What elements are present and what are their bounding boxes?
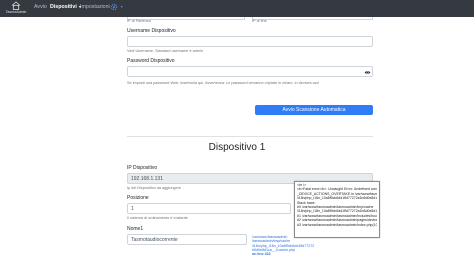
nav-item-avvio[interactable]: Avvio — [34, 4, 47, 10]
divider — [127, 136, 373, 137]
nav-item-dispositivi-label: Dispositivi — [50, 4, 77, 10]
error-line: /i18n/php_i18n_10a8f9cb6dd1ffd77272a1b6d… — [297, 196, 377, 201]
position-help: Il sistema di ordinamento è costante — [127, 216, 188, 220]
position-input[interactable]: 1 — [127, 203, 291, 214]
password-input[interactable] — [127, 66, 363, 77]
navbar: TasmoAdmin Avvio Dispositivi ▼ Impostazi… — [0, 0, 474, 17]
password-help: Se imposti una password Web, inseriscila… — [127, 81, 320, 85]
start-ip-help: IP di Partenza — [127, 19, 151, 23]
username-help: Vedi Username, Standard username è admin — [127, 49, 203, 53]
name-input[interactable]: Tasmotaudiocorrente — [127, 234, 247, 245]
nav-item-impostazioni[interactable]: Impostazioni — [80, 4, 110, 10]
end-ip-input[interactable] — [252, 17, 373, 20]
inline-error-line: on line 422 — [252, 252, 271, 257]
error-line: #3 /var/www/tasmoadmin/tasmoadmin/index.… — [297, 222, 377, 227]
nav-item-impostazioni-label: Impostazioni — [80, 4, 110, 10]
end-ip-help: IP di fine — [252, 19, 267, 23]
password-label: Password Dispositivo — [127, 58, 175, 64]
error-line: #2 /var/www/tasmoadmin/tasmoadmin/pages/… — [297, 218, 377, 223]
device-ip-help: Ip del Dispositivo da aggiungere — [127, 186, 182, 190]
brand-name: TasmoAdmin — [5, 10, 27, 14]
username-input[interactable] — [127, 36, 373, 47]
inline-error-text: /var/www/tasmoadmin /tasmoadmin/tmp/cach… — [252, 235, 314, 259]
home-icon — [11, 1, 21, 10]
start-autoscan-button[interactable]: Avvio Scansione Automatica — [255, 105, 373, 115]
error-tooltip: <br /> <b>Fatal error</b>: Uncaught Erro… — [294, 181, 380, 238]
eye-icon — [364, 70, 371, 74]
settings-chevron-down-icon[interactable]: ▼ — [120, 5, 123, 9]
brand-logo[interactable]: TasmoAdmin — [3, 0, 29, 17]
toggle-password-button[interactable] — [362, 66, 373, 77]
gear-icon[interactable] — [110, 3, 118, 11]
name-label: Nome1 — [127, 226, 144, 232]
device-ip-label: IP Dispositivo — [127, 165, 158, 171]
device-title: Dispositivo 1 — [208, 142, 266, 153]
username-label: Username Dispositivo — [127, 28, 176, 34]
position-label: Posizione — [127, 195, 149, 201]
nav-item-dispositivi[interactable]: Dispositivi ▼ — [50, 4, 82, 10]
